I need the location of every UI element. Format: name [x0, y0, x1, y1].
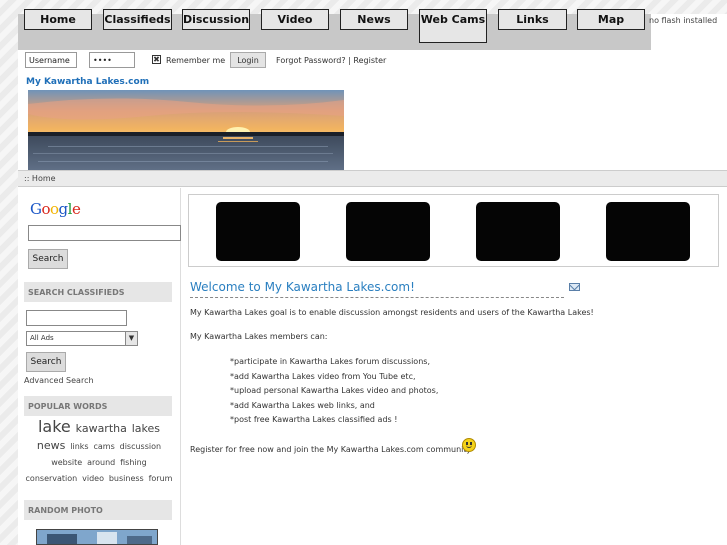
popular-word-link[interactable]: website	[51, 458, 82, 467]
webcam-thumbnail[interactable]	[606, 202, 690, 261]
login-button[interactable]: Login	[230, 52, 266, 68]
sidebar: Google Search SEARCH CLASSIFIEDS All Ads…	[18, 188, 181, 545]
nav-links[interactable]: Links	[498, 9, 567, 30]
feature-item: *upload personal Kawartha Lakes video an…	[230, 386, 439, 395]
classifieds-select-value: All Ads	[30, 334, 54, 342]
popular-word-link[interactable]: lakes	[132, 422, 160, 435]
login-bar: ✖ Remember me Login Forgot Password? | R…	[18, 50, 727, 70]
webcam-thumbnail[interactable]	[346, 202, 430, 261]
nav-map[interactable]: Map	[577, 9, 645, 30]
register-text: Register for free now and join the My Ka…	[190, 445, 472, 454]
members-can-text: My Kawartha Lakes members can:	[190, 332, 328, 341]
breadcrumb-home[interactable]: :: Home	[24, 174, 56, 183]
popular-word-link[interactable]: conservation	[26, 474, 78, 483]
popular-word-link[interactable]: around	[87, 458, 115, 467]
feature-item: *participate in Kawartha Lakes forum dis…	[230, 357, 430, 366]
webcam-strip	[188, 194, 719, 267]
nav-home[interactable]: Home	[24, 9, 92, 30]
nav-news[interactable]: News	[340, 9, 408, 30]
nav-discussion[interactable]: Discussion	[182, 9, 250, 30]
smiley-icon	[462, 438, 476, 452]
banner-image	[28, 90, 344, 170]
welcome-title: Welcome to My Kawartha Lakes.com!	[190, 280, 415, 294]
nav-video[interactable]: Video	[261, 9, 329, 30]
email-icon[interactable]	[569, 283, 580, 291]
remember-checkbox[interactable]: ✖	[152, 55, 161, 64]
webcam-thumbnail[interactable]	[476, 202, 560, 261]
popular-word-link[interactable]: links	[70, 442, 88, 451]
popular-word-link[interactable]: video	[82, 474, 104, 483]
random-photo-heading: RANDOM PHOTO	[24, 500, 172, 520]
popular-word-link[interactable]: kawartha	[76, 422, 127, 435]
username-field[interactable]	[25, 52, 77, 68]
popular-word-link[interactable]: lake	[38, 417, 71, 436]
classifieds-search-button[interactable]: Search	[26, 352, 66, 372]
popular-words-heading: POPULAR WORDS	[24, 396, 172, 416]
forgot-register-link[interactable]: Forgot Password? | Register	[276, 56, 386, 65]
flash-notice: no flash installed	[649, 16, 718, 25]
popular-word-link[interactable]: news	[37, 439, 65, 452]
password-field[interactable]	[89, 52, 135, 68]
breadcrumb: :: Home	[18, 170, 727, 187]
chevron-down-icon[interactable]: ▼	[125, 332, 137, 345]
feature-item: *add Kawartha Lakes video from You Tube …	[230, 372, 416, 381]
popular-word-link[interactable]: forum	[149, 474, 173, 483]
google-search-input[interactable]	[28, 225, 181, 241]
advanced-search-link[interactable]: Advanced Search	[24, 376, 94, 385]
google-search-button[interactable]: Search	[28, 249, 68, 269]
popular-word-link[interactable]: discussion	[120, 442, 161, 451]
popular-word-link[interactable]: fishing	[120, 458, 147, 467]
remember-label: Remember me	[166, 56, 226, 65]
intro-text: My Kawartha Lakes goal is to enable disc…	[190, 308, 594, 317]
title-divider	[190, 297, 564, 298]
popular-words-cloud: lake kawartha lakes news links cams disc…	[24, 419, 174, 487]
webcam-thumbnail[interactable]	[216, 202, 300, 261]
classifieds-heading: SEARCH CLASSIFIEDS	[24, 282, 172, 302]
nav-classifieds[interactable]: Classifieds	[103, 9, 172, 30]
google-logo: Google	[30, 200, 81, 218]
classifieds-category-select[interactable]: All Ads ▼	[26, 331, 138, 346]
nav-web-cams[interactable]: Web Cams	[419, 9, 487, 43]
popular-word-link[interactable]: cams	[93, 442, 114, 451]
feature-item: *post free Kawartha Lakes classified ads…	[230, 415, 398, 424]
site-title[interactable]: My Kawartha Lakes.com	[26, 77, 149, 87]
random-photo[interactable]	[36, 529, 158, 545]
classifieds-search-input[interactable]	[26, 310, 127, 326]
popular-word-link[interactable]: business	[109, 474, 144, 483]
feature-item: *add Kawartha Lakes web links, and	[230, 401, 375, 410]
